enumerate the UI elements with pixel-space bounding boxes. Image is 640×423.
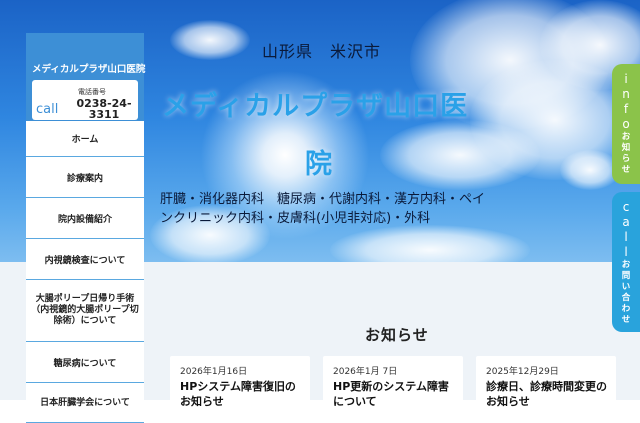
sidebar-item-polyp-surgery[interactable]: 大腸ポリープ日帰り手術（内視鏡的大腸ポリープ切除術）について — [26, 280, 144, 342]
news-title[interactable]: HPシステム障害復旧のお知らせ — [180, 379, 306, 409]
tab-char: 合 — [621, 293, 631, 303]
tab-char: c — [622, 200, 630, 214]
tel-label: 電話番号 — [78, 88, 106, 96]
sidebar-item-label: 糖尿病について — [53, 358, 117, 369]
sidebar-item-label: 診療案内 — [66, 173, 103, 184]
hero-prefecture: 山形県 米沢市 — [262, 42, 382, 61]
sidebar-item-facilities[interactable]: 院内設備紹介 — [26, 198, 144, 239]
news-date: 2025年12月29日 — [486, 367, 559, 377]
tab-char: l — [624, 245, 628, 259]
info-tab-jp: お知らせ — [612, 132, 640, 176]
news-title[interactable]: 診療日、診療時間変更のお知らせ — [486, 379, 612, 409]
news-card[interactable]: 2025年12月29日 診療日、診療時間変更のお知らせ — [476, 356, 616, 416]
info-tab[interactable]: info お知らせ — [612, 64, 640, 184]
tab-char: わ — [621, 304, 631, 314]
hero-title-line2: 院 — [305, 149, 333, 180]
sidebar-header: メディカルプラザ山口医院 — [26, 33, 145, 81]
contact-tab-en: call — [612, 200, 640, 260]
sidebar-item-label: 大腸ポリープ日帰り手術（内視鏡的大腸ポリープ切除術）について — [31, 294, 139, 326]
hero-clinic-title: メディカルプラザ山口医 院 — [162, 78, 492, 194]
tab-char: i — [624, 72, 628, 86]
news-card[interactable]: 2026年1月16日 HPシステム障害復旧のお知らせ — [170, 356, 310, 416]
news-date: 2026年1月 7日 — [333, 367, 398, 377]
phone-box[interactable]: call 電話番号 0238-24-3311 — [32, 80, 138, 120]
tab-char: い — [621, 282, 631, 292]
tab-char: せ — [621, 315, 631, 325]
contact-tab[interactable]: call お問い合わせ — [612, 192, 640, 332]
phone-number[interactable]: 0238-24-3311 — [74, 98, 134, 120]
news-card[interactable]: 2026年1月 7日 HP更新のシステム障害について — [323, 356, 463, 416]
sidebar-item-diabetes[interactable]: 糖尿病について — [26, 342, 144, 383]
call-label: call — [36, 102, 59, 117]
tab-char: a — [622, 215, 630, 229]
tab-char: ら — [621, 154, 631, 164]
tab-char: お — [621, 260, 631, 270]
hero-departments: 肝臓・消化器内科 糖尿病・代謝内科・漢方内科・ペインクリニック内科・皮膚科(小児… — [160, 192, 486, 226]
tab-char: お — [621, 132, 631, 142]
info-tab-en: info — [612, 72, 640, 132]
sidebar-item-endoscopy[interactable]: 内視鏡検査について — [26, 239, 144, 280]
tab-char: 知 — [621, 143, 631, 153]
sidebar-clinic-name[interactable]: メディカルプラザ山口医院 — [32, 61, 145, 75]
tab-char: n — [622, 87, 630, 101]
hero-title-line1: メディカルプラザ山口医 — [162, 91, 469, 122]
tab-char: o — [622, 117, 630, 131]
tab-char: 問 — [621, 271, 631, 281]
sidebar-item-services[interactable]: 診療案内 — [26, 157, 144, 198]
sidebar-item-label: 日本肝臓学会について — [40, 398, 130, 408]
sidebar-item-liver[interactable]: 日本肝臓学会について — [26, 383, 144, 423]
sidebar-item-label: ホーム — [71, 135, 99, 145]
news-heading: お知らせ — [365, 326, 429, 344]
news-date: 2026年1月16日 — [180, 367, 248, 377]
sidebar-item-label: 院内設備紹介 — [57, 214, 112, 225]
tab-char: l — [624, 230, 628, 244]
tab-char: せ — [621, 165, 631, 175]
tab-char: f — [623, 102, 629, 116]
contact-tab-jp: お問い合わせ — [612, 260, 640, 326]
sidebar-item-label: 内視鏡検査について — [44, 255, 126, 266]
sidebar-item-home[interactable]: ホーム — [26, 121, 144, 157]
news-title[interactable]: HP更新のシステム障害について — [333, 379, 459, 409]
